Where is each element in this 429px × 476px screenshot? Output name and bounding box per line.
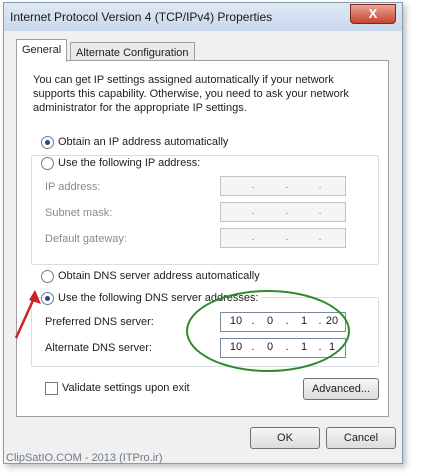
- ip-dot-icon: .: [318, 205, 322, 217]
- intro-text: You can get IP settings assigned automat…: [33, 74, 349, 114]
- default-gateway-label: Default gateway:: [45, 233, 127, 245]
- ip-dot-icon: .: [285, 205, 289, 217]
- obtain-ip-auto-option[interactable]: Obtain an IP address automatically: [41, 135, 228, 149]
- obtain-dns-auto-label: Obtain DNS server address automatically: [58, 270, 260, 282]
- ip-address-field[interactable]: . . .: [220, 176, 346, 196]
- general-panel: You can get IP settings assigned automat…: [16, 60, 389, 417]
- use-ip-option[interactable]: Use the following IP address:: [41, 156, 204, 170]
- cancel-button[interactable]: Cancel: [326, 427, 396, 449]
- tab-general[interactable]: General: [16, 39, 68, 62]
- obtain-dns-auto-radio[interactable]: [41, 269, 54, 283]
- use-ip-label: Use the following IP address:: [58, 157, 201, 169]
- ip-dot-icon: .: [285, 231, 289, 243]
- preferred-dns-label: Preferred DNS server:: [45, 316, 154, 328]
- validate-settings-option[interactable]: Validate settings upon exit: [45, 381, 190, 395]
- title-bar: Internet Protocol Version 4 (TCP/IPv4) P…: [4, 3, 402, 31]
- use-ip-radio[interactable]: [41, 156, 54, 170]
- ip-dot-icon: .: [285, 179, 289, 191]
- window-title: Internet Protocol Version 4 (TCP/IPv4) P…: [10, 10, 273, 24]
- dns-highlight-ellipse: [186, 290, 350, 372]
- close-button[interactable]: X: [350, 4, 396, 24]
- ip-dot-icon: .: [251, 205, 255, 217]
- ip-dot-icon: .: [251, 231, 255, 243]
- obtain-dns-auto-option[interactable]: Obtain DNS server address automatically: [41, 269, 260, 283]
- ip-dot-icon: .: [251, 179, 255, 191]
- ok-button[interactable]: OK: [250, 427, 320, 449]
- ip-address-label: IP address:: [45, 181, 101, 193]
- alternate-dns-label: Alternate DNS server:: [45, 342, 152, 354]
- validate-settings-label: Validate settings upon exit: [62, 382, 190, 394]
- advanced-button[interactable]: Advanced...: [303, 378, 379, 400]
- watermark-text: ClipSatIO.COM - 2013 (ITPro.ir): [6, 452, 163, 464]
- properties-dialog: Internet Protocol Version 4 (TCP/IPv4) P…: [3, 2, 403, 464]
- default-gateway-field[interactable]: . . .: [220, 228, 346, 248]
- subnet-mask-label: Subnet mask:: [45, 207, 113, 219]
- red-arrow-icon: [14, 290, 41, 339]
- subnet-mask-field[interactable]: . . .: [220, 202, 346, 222]
- ip-dot-icon: .: [318, 231, 322, 243]
- obtain-ip-auto-radio[interactable]: [41, 135, 54, 149]
- validate-settings-checkbox[interactable]: [45, 381, 58, 395]
- ip-dot-icon: .: [318, 179, 322, 191]
- obtain-ip-auto-label: Obtain an IP address automatically: [58, 136, 229, 148]
